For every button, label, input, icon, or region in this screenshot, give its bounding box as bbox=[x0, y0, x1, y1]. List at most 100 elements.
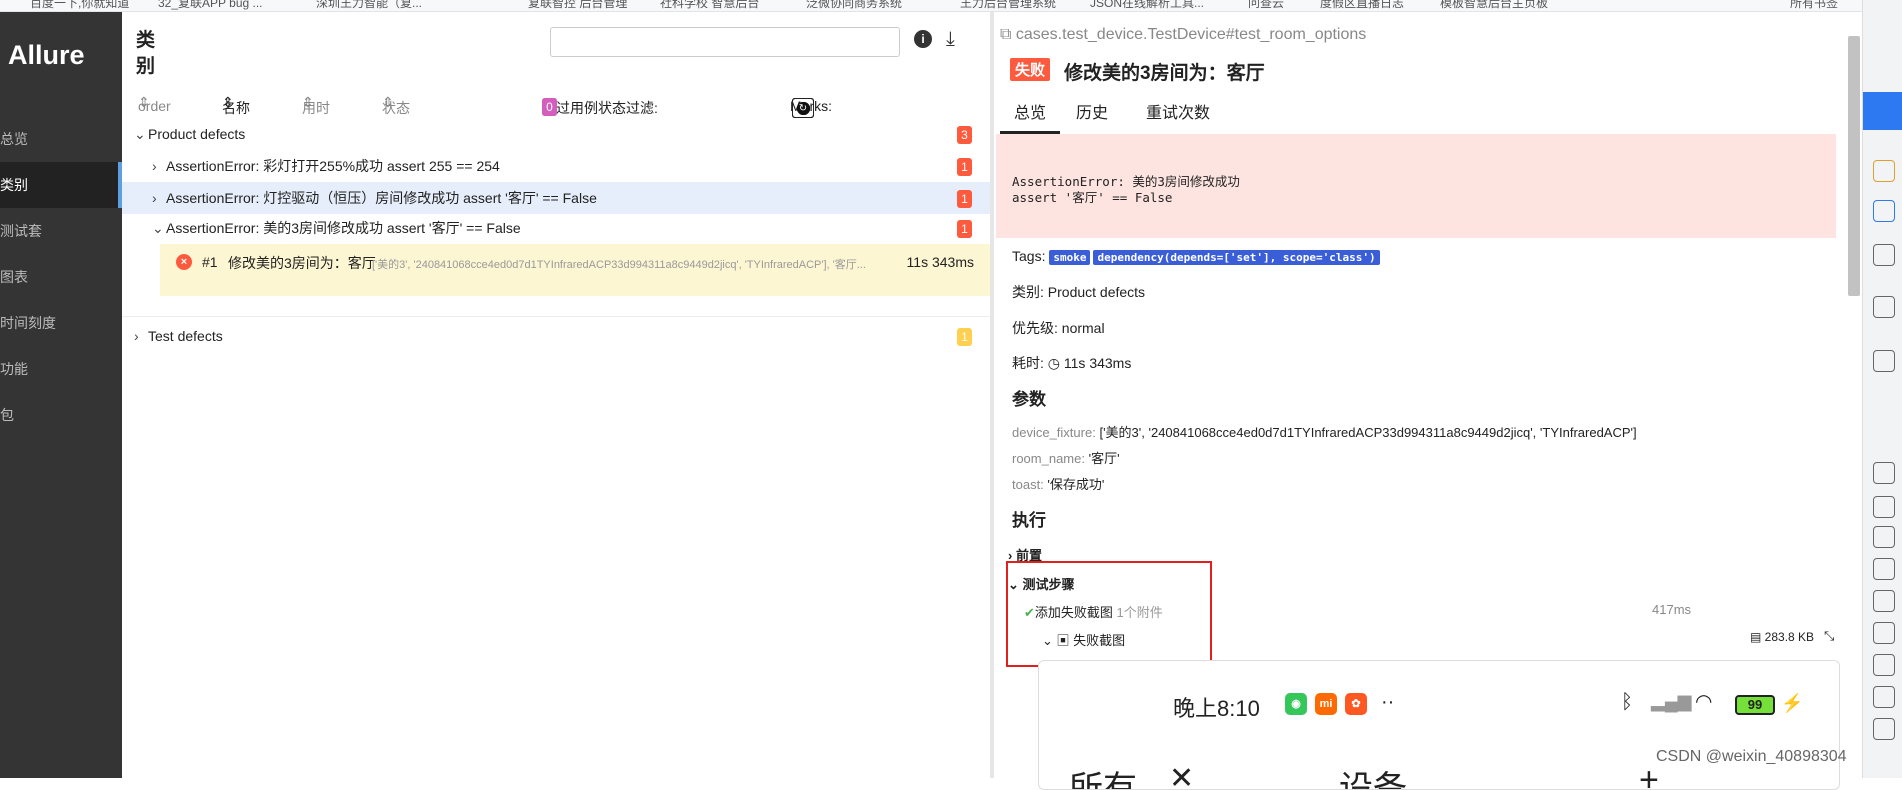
param-row: toast: '保存成功' bbox=[1012, 477, 1105, 492]
refresh-icon: ↻ bbox=[796, 102, 810, 115]
bookmark[interactable]: 度假区直播日志 bbox=[1320, 0, 1404, 11]
help-icon[interactable] bbox=[1873, 718, 1895, 740]
sort-status[interactable]: 状态 ⇕ bbox=[382, 94, 410, 116]
bookmark[interactable]: 泛微协同商务系统 bbox=[806, 0, 902, 11]
download-icon[interactable]: ⤓ bbox=[946, 28, 955, 51]
count-badge: 1 bbox=[957, 190, 972, 208]
tree-group-product-defects[interactable]: ⌄ Product defects 3 bbox=[122, 118, 990, 150]
tag: smoke bbox=[1049, 250, 1091, 265]
tab-overview[interactable]: 总览 bbox=[1000, 94, 1061, 134]
tree-row[interactable]: ⌄ AssertionError: 美的3房间修改成功 assert '客厅' =… bbox=[122, 212, 990, 244]
page-title: 类别 bbox=[136, 30, 156, 77]
signal-icon: ▂▄▆ bbox=[1651, 691, 1692, 711]
bookmarks-bar: 百度一下,你就知道 32_复联APP bug ... 深圳王力智能（复... 复… bbox=[0, 0, 1902, 12]
tree-label: AssertionError: 彩灯打开255%成功 assert 255 ==… bbox=[166, 158, 500, 174]
app-icon[interactable] bbox=[1873, 160, 1895, 182]
sidebar-item-timeline[interactable]: 时间刻度 bbox=[0, 300, 122, 346]
duration-row: 耗时: ◷ 11s 343ms bbox=[1012, 355, 1132, 371]
pane-splitter[interactable] bbox=[990, 12, 994, 778]
attachment-size: ▤ 283.8 KB bbox=[1750, 630, 1815, 644]
tab-retries[interactable]: 重试次数 bbox=[1132, 94, 1224, 134]
test-params: ['美的3', '240841068cce4ed0d7d1TYInfraredA… bbox=[372, 259, 866, 271]
pin-icon[interactable] bbox=[1873, 590, 1895, 612]
text-icon[interactable] bbox=[1873, 622, 1895, 644]
sidebar: Allure 总览 类别 测试套 图表 时间刻度 功能 包 bbox=[0, 12, 122, 778]
check-icon[interactable] bbox=[1873, 558, 1895, 580]
copy-icon[interactable]: ⧉ bbox=[1000, 26, 1016, 43]
tree-label: AssertionError: 美的3房间修改成功 assert '客厅' ==… bbox=[166, 220, 521, 236]
bookmark[interactable]: 社科学校 智慧后台 bbox=[660, 0, 759, 11]
sidebar-item-graphs[interactable]: 图表 bbox=[0, 254, 122, 300]
tree-label: Product defects bbox=[148, 126, 246, 142]
tab-history[interactable]: 历史 bbox=[1062, 94, 1122, 134]
cloud-icon[interactable] bbox=[1873, 496, 1895, 518]
side-app-strip bbox=[1862, 0, 1902, 778]
chevron-right-icon: › bbox=[134, 328, 139, 344]
brand-logo: Allure bbox=[8, 40, 85, 70]
sort-name[interactable]: 名称 ⇕ bbox=[222, 94, 250, 116]
bookmark[interactable]: 模板智慧后台主页板 bbox=[1440, 0, 1548, 11]
param-row: room_name: '客厅' bbox=[1012, 451, 1120, 466]
tree-group-test-defects[interactable]: › Test defects 1 bbox=[122, 320, 990, 352]
test-name: 修改美的3房间为：客厅 bbox=[228, 255, 376, 271]
test-case-row[interactable]: × #1 修改美的3房间为：客厅 ['美的3', '240841068cce4e… bbox=[160, 244, 990, 296]
breadcrumb: ⧉ cases.test_device.TestDevice#test_room… bbox=[1000, 26, 1367, 43]
bookmark[interactable]: 32_复联APP bug ... bbox=[158, 0, 263, 11]
charging-icon: ⚡ bbox=[1781, 693, 1804, 713]
phone-tab-all: 所有 bbox=[1069, 770, 1137, 790]
bluetooth-icon: ᛒ bbox=[1621, 691, 1633, 713]
test-number: #1 bbox=[202, 254, 218, 270]
document-icon[interactable] bbox=[1873, 244, 1895, 266]
expand-icon[interactable]: ⤡ bbox=[1824, 628, 1834, 644]
detail-tabs: 总览 历史 重试次数 bbox=[996, 94, 1836, 134]
calendar-icon[interactable] bbox=[1873, 526, 1895, 548]
status-filter-label: 通过用例状态过滤: bbox=[542, 100, 658, 116]
bookmark[interactable]: 王力后台管理系统 bbox=[960, 0, 1056, 11]
failed-status-icon: × bbox=[176, 254, 192, 270]
chevron-right-icon: › bbox=[152, 190, 157, 206]
contacts-icon[interactable] bbox=[1873, 350, 1895, 372]
category-row: 类别: Product defects bbox=[1012, 284, 1146, 300]
tree-label: AssertionError: 灯控驱动（恒压）房间修改成功 assert '客… bbox=[166, 190, 597, 206]
sort-order[interactable]: order ⇕ bbox=[138, 94, 171, 114]
tree-row[interactable]: › AssertionError: 灯控驱动（恒压）房间修改成功 assert '… bbox=[122, 182, 990, 214]
status-badge: 失败 bbox=[1010, 58, 1051, 81]
message-icon[interactable] bbox=[1873, 200, 1895, 222]
sort-bar: order ⇕ 名称 ⇕ 用时 ⇕ 状态 ⇕ 通过用例状态过滤: 3 1 0 0… bbox=[122, 90, 990, 118]
bookmark[interactable]: 问查云 bbox=[1248, 0, 1284, 11]
tag: dependency(depends=['set'], scope='class… bbox=[1093, 250, 1380, 265]
filter-unknown[interactable]: 0 bbox=[542, 98, 557, 116]
phone-icon[interactable] bbox=[1873, 462, 1895, 484]
scrollbar[interactable] bbox=[1848, 36, 1860, 296]
count-badge: 1 bbox=[957, 328, 972, 346]
tree-label: Test defects bbox=[148, 328, 223, 344]
sidebar-item-behaviors[interactable]: 功能 bbox=[0, 346, 122, 392]
workbench-icon[interactable] bbox=[1873, 296, 1895, 318]
bookmark[interactable]: 所有书签 bbox=[1790, 0, 1838, 11]
bookmark[interactable]: 复联智控 后台管理 bbox=[528, 0, 627, 11]
file-icon: ▤ bbox=[1750, 630, 1765, 644]
step-duration: 417ms bbox=[1652, 602, 1692, 617]
bookmark[interactable]: 深圳王力智能（复... bbox=[316, 0, 422, 11]
mi-icon: mi bbox=[1315, 693, 1337, 715]
chevron-right-icon: › bbox=[152, 158, 157, 174]
bookmark[interactable]: 百度一下,你就知道 bbox=[30, 0, 129, 11]
wifi-icon: ◠ bbox=[1695, 691, 1713, 713]
sidebar-item-overview[interactable]: 总览 bbox=[0, 116, 122, 162]
chevron-down-icon: ✕ bbox=[1169, 762, 1195, 790]
sidebar-item-suites[interactable]: 测试套 bbox=[0, 208, 122, 254]
wechat-icon: ◉ bbox=[1285, 693, 1307, 715]
phone-clock: 晚上8:10 bbox=[1173, 696, 1260, 721]
bookmark[interactable]: JSON在线解析工具... bbox=[1090, 0, 1204, 11]
count-badge: 1 bbox=[957, 220, 972, 238]
sort-duration[interactable]: 用时 ⇕ bbox=[302, 94, 330, 116]
sidebar-item-categories[interactable]: 类别 bbox=[0, 162, 122, 208]
info-icon[interactable]: i bbox=[914, 30, 932, 48]
mark-retries-button[interactable]: ↻ bbox=[792, 98, 814, 118]
grid-icon[interactable] bbox=[1873, 686, 1895, 708]
mail-icon[interactable] bbox=[1873, 654, 1895, 676]
avatar[interactable] bbox=[1863, 92, 1902, 130]
sidebar-item-packages[interactable]: 包 bbox=[0, 392, 122, 438]
tree-row[interactable]: › AssertionError: 彩灯打开255%成功 assert 255 =… bbox=[122, 150, 990, 182]
search-input[interactable] bbox=[550, 27, 900, 57]
